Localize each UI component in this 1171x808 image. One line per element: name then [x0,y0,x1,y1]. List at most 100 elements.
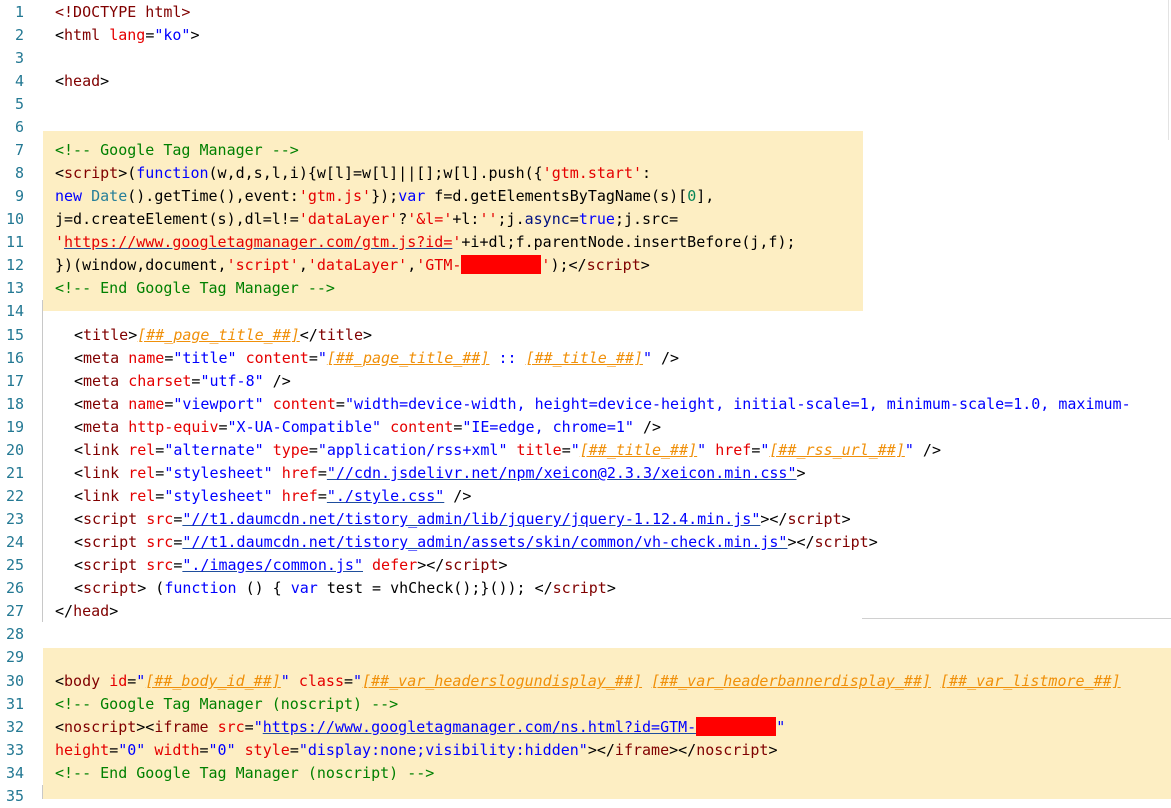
code-token: '' [479,210,498,228]
code-line[interactable]: 6 [0,116,1171,139]
code-line[interactable]: 2 <html lang="ko"> [0,24,1171,47]
code-token: , [407,256,417,274]
code-token: [##_body_id_##] [145,672,281,690]
code-line[interactable]: 10 j=d.createElement(s),dl=l!='dataLayer'… [0,208,1171,231]
code-line[interactable]: 31 <!-- Google Tag Manager (noscript) --> [0,693,1171,716]
code-token: "0" [208,741,236,759]
code-line[interactable]: 13 <!-- End Google Tag Manager --> [0,277,1171,300]
code-text: <html lang="ko"> [55,24,200,47]
redacted-id [696,717,777,736]
code-token: " [570,441,580,459]
code-token: "width=device-width, height=device-heigh… [344,395,1131,413]
code-token: script [814,533,869,551]
code-line[interactable]: 12})(window,document,'script','dataLayer… [0,254,1171,277]
code-token: [##_var_headerbannerdisplay_##] [651,672,932,690]
code-token: "//t1.daumcdn.net/tistory_admin/assets/s… [182,533,788,551]
code-line[interactable]: 33 height="0" width="0" style="display:no… [0,739,1171,762]
code-line[interactable]: 34 <!-- End Google Tag Manager (noscript)… [0,762,1171,785]
code-token: <!DOCTYPE html> [55,3,191,21]
code-token: );</ [550,256,587,274]
code-token: "//t1.daumcdn.net/tistory_admin/lib/jque… [182,510,761,528]
code-token: function [136,164,209,182]
code-token: 'dataLayer' [307,256,408,274]
code-line[interactable]: 32 <noscript><iframe src="https://www.goo… [0,716,1171,739]
code-line[interactable]: 26 <script> (function () { var test = vhC… [0,577,1171,600]
code-token: j=d.createElement(s),dl=l!= [55,210,299,228]
code-line[interactable]: 8 <script>(function(w,d,s,l,i){w[l]=w[l]|… [0,162,1171,185]
code-token: rel [128,464,156,482]
code-text: <meta http-equiv="X-UA-Compatible" conte… [55,416,661,439]
code-token: = [127,672,137,690]
code-line[interactable]: 15 <title>[##_page_title_##]</title> [0,324,1171,347]
code-token: [##_page_title_##] [326,349,490,367]
code-editor[interactable]: 1 <!DOCTYPE html> 2 <html lang="ko"> 3 4 <head… [0,0,1171,805]
code-line[interactable]: 30 <body id="[##_body_id_##]" class="[##_… [0,670,1171,693]
code-token: = [317,464,327,482]
code-line[interactable]: 16 <meta name="title" content="[##_page_t… [0,347,1171,370]
code-line[interactable]: 28 [0,623,1171,646]
code-token: async [524,210,570,228]
code-token: 'gtm.start' [542,164,643,182]
code-line[interactable]: 11 'https://www.googletagmanager.com/gtm.… [0,231,1171,254]
code-line[interactable]: 7 <!-- Google Tag Manager --> [0,139,1171,162]
line-number: 26 [5,579,24,597]
line-number: 16 [5,349,24,367]
code-text: <meta charset="utf-8" /> [55,370,291,393]
code-line[interactable]: 23 <script src="//t1.daumcdn.net/tistory_… [0,508,1171,531]
code-token: = [155,487,165,505]
code-token: script [552,579,607,597]
code-line[interactable]: 18 <meta name="viewport" content="width=d… [0,393,1171,416]
code-token: > [640,256,650,274]
code-line[interactable]: 14 [0,300,1171,323]
code-line[interactable]: 22 <link rel="stylesheet" href="./style.c… [0,485,1171,508]
code-token: rel [128,487,156,505]
code-line[interactable]: 35 [0,785,1171,808]
line-number: 23 [5,510,24,528]
code-line[interactable]: 5 [0,93,1171,116]
code-line[interactable]: 3 [0,47,1171,70]
code-line[interactable]: 29 [0,646,1171,669]
code-line[interactable]: 1 <!DOCTYPE html> [0,1,1171,24]
code-line[interactable]: 4 <head> [0,70,1171,93]
code-token: }); [371,187,399,205]
line-number: 2 [14,26,24,44]
code-token: /> [444,487,472,505]
code-line[interactable]: 9 new Date().getTime(),event:'gtm.js'});v… [0,185,1171,208]
code-token: :: [489,349,526,367]
code-token: 'script' [226,256,299,274]
code-token: [##_rss_url_##] [769,441,905,459]
code-token: > [100,72,110,90]
code-token: = [155,464,165,482]
code-token: var [398,187,426,205]
code-line[interactable]: 21 <link rel="stylesheet" href="//cdn.jsd… [0,462,1171,485]
line-number: 1 [14,3,24,21]
code-token: [##_title_##] [525,349,643,367]
code-line[interactable]: 17 <meta charset="utf-8" /> [0,370,1171,393]
code-token: "utf-8" [200,372,264,390]
code-token: /> [263,372,291,390]
line-number: 4 [14,72,24,90]
code-token: meta [83,349,120,367]
code-token: " [136,672,146,690]
code-token: title [83,326,129,344]
code-token: > [868,533,878,551]
code-token: width [154,741,200,759]
code-line[interactable]: 24 <script src="//t1.daumcdn.net/tistory_… [0,531,1171,554]
code-line[interactable]: 25 <script src="./images/common.js" defer… [0,554,1171,577]
code-line[interactable]: 19 <meta http-equiv="X-UA-Compatible" con… [0,416,1171,439]
code-token: +l: [452,210,480,228]
code-token: class [298,672,344,690]
code-line[interactable]: 27 </head> [0,600,1171,623]
line-number: 28 [5,625,24,643]
code-token: true [578,210,615,228]
code-line[interactable]: 20 <link rel="alternate" type="applicatio… [0,439,1171,462]
